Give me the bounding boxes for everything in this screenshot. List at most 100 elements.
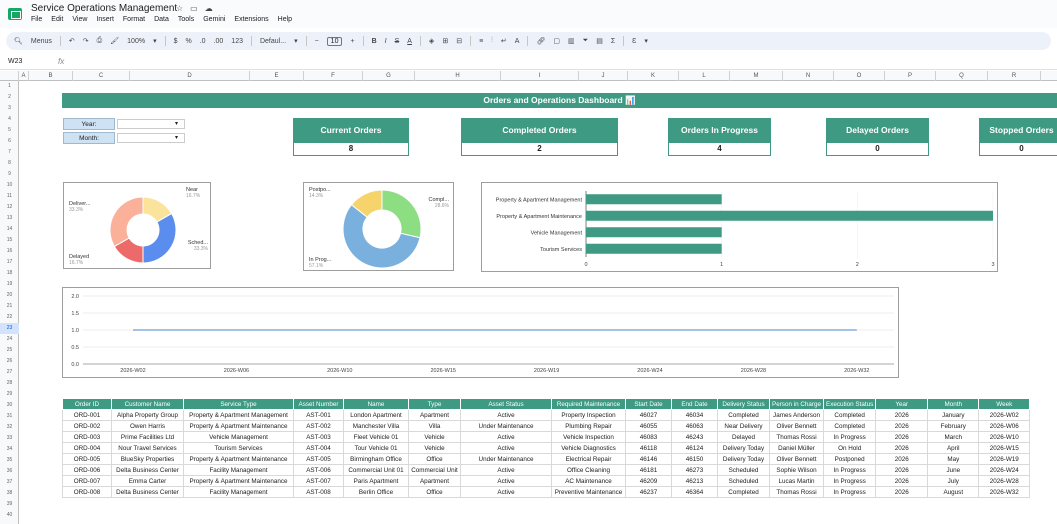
- number-format-button[interactable]: 123: [231, 38, 243, 45]
- menu-item[interactable]: View: [72, 16, 87, 23]
- table-cell[interactable]: Near Delivery: [717, 420, 770, 432]
- horizontal-align-icon[interactable]: ≡: [479, 38, 483, 45]
- document-title[interactable]: Service Operations Management: [31, 3, 177, 14]
- zoom-select[interactable]: 100%: [127, 38, 145, 45]
- year-filter-dropdown[interactable]: ▾: [117, 119, 185, 129]
- table-cell[interactable]: 46083: [625, 431, 672, 443]
- table-cell[interactable]: 46273: [671, 464, 718, 476]
- column-header-cell[interactable]: Q: [936, 71, 988, 81]
- table-cell[interactable]: January: [927, 409, 980, 421]
- table-cell[interactable]: May: [927, 453, 980, 465]
- table-cell[interactable]: Apartment: [408, 409, 461, 421]
- insert-link-icon[interactable]: 🔗︎: [536, 37, 545, 45]
- table-header-cell[interactable]: Required Maintenance: [551, 398, 626, 410]
- paint-format-icon[interactable]: 🖌︎: [110, 37, 119, 45]
- row-header-cell[interactable]: 22: [0, 312, 19, 323]
- table-cell[interactable]: Vehicle Inspection: [551, 431, 626, 443]
- table-cell[interactable]: 46213: [671, 475, 718, 487]
- insert-chart-icon[interactable]: ▥: [568, 37, 575, 45]
- table-cell[interactable]: ORD-002: [62, 420, 112, 432]
- table-cell[interactable]: In Progress: [823, 464, 877, 476]
- search-menus-icon[interactable]: 🔍︎: [14, 37, 23, 45]
- table-cell[interactable]: 46124: [671, 442, 718, 454]
- table-cell[interactable]: Delivery Today: [717, 453, 770, 465]
- table-cell[interactable]: 2026-W24: [978, 464, 1031, 476]
- table-cell[interactable]: Property & Apartment Maintenance: [183, 453, 294, 465]
- table-header-cell[interactable]: Delivery Status: [717, 398, 770, 410]
- table-cell[interactable]: Commercial Unit: [408, 464, 461, 476]
- table-cell[interactable]: Manchester Villa: [343, 420, 409, 432]
- row-header-cell[interactable]: 32: [0, 422, 19, 433]
- table-header-cell[interactable]: Asset Number: [293, 398, 344, 410]
- table-cell[interactable]: Sophie Wilson: [768, 464, 825, 476]
- table-cell[interactable]: AST-001: [293, 409, 344, 421]
- table-cell[interactable]: 2026-W02: [978, 409, 1031, 421]
- table-cell[interactable]: August: [927, 486, 980, 498]
- column-header-cell[interactable]: R: [988, 71, 1041, 81]
- column-header-cell[interactable]: J: [579, 71, 628, 81]
- row-header-cell[interactable]: 36: [0, 466, 19, 477]
- bar[interactable]: [586, 227, 722, 238]
- currency-button[interactable]: $: [174, 38, 178, 45]
- table-cell[interactable]: In Progress: [823, 431, 877, 443]
- column-header-cell[interactable]: P: [885, 71, 936, 81]
- menu-item[interactable]: Data: [154, 16, 169, 23]
- table-cell[interactable]: AST-006: [293, 464, 344, 476]
- table-cell[interactable]: 46055: [625, 420, 672, 432]
- input-tools-icon[interactable]: Ɛ: [632, 38, 636, 45]
- row-header-cell[interactable]: 9: [0, 169, 19, 180]
- menu-item[interactable]: Insert: [96, 16, 114, 23]
- table-cell[interactable]: 2026: [875, 453, 929, 465]
- text-color-icon[interactable]: A: [407, 38, 412, 45]
- table-cell[interactable]: 2026-W28: [978, 475, 1031, 487]
- row-header-cell[interactable]: 4: [0, 114, 19, 125]
- table-cell[interactable]: Delta Business Center: [111, 464, 184, 476]
- table-header-cell[interactable]: Week: [978, 398, 1031, 410]
- table-cell[interactable]: Thomas Rossi: [768, 486, 825, 498]
- bar[interactable]: [586, 210, 993, 221]
- table-cell[interactable]: Prime Facilities Ltd: [111, 431, 184, 443]
- weekly-orders-chart[interactable]: 0.0 0.5 1.0 1.5 2.0 2026-W02 2026-W06 2026-W10 2…: [62, 287, 899, 378]
- move-folder-icon[interactable]: ▭: [190, 4, 198, 13]
- table-cell[interactable]: Under Maintenance: [460, 453, 552, 465]
- donut-slice[interactable]: [142, 212, 177, 264]
- table-cell[interactable]: AST-005: [293, 453, 344, 465]
- donut-slice[interactable]: [381, 189, 422, 239]
- table-cell[interactable]: In Progress: [823, 486, 877, 498]
- table-cell[interactable]: 2026: [875, 464, 929, 476]
- table-cell[interactable]: Alpha Property Group: [111, 409, 184, 421]
- row-header-cell[interactable]: 37: [0, 477, 19, 488]
- table-cell[interactable]: June: [927, 464, 980, 476]
- table-header-cell[interactable]: Type: [408, 398, 461, 410]
- menu-item[interactable]: Tools: [178, 16, 194, 23]
- font-select[interactable]: Defaul...: [260, 38, 286, 45]
- row-header-cell[interactable]: 27: [0, 367, 19, 378]
- font-size-input[interactable]: 10: [326, 36, 343, 46]
- menu-item[interactable]: Extensions: [234, 16, 268, 23]
- table-cell[interactable]: Thomas Rossi: [768, 431, 825, 443]
- menu-item[interactable]: Format: [123, 16, 145, 23]
- sheets-logo-icon[interactable]: [8, 8, 22, 20]
- text-rotate-icon[interactable]: A: [515, 38, 520, 45]
- table-cell[interactable]: Active: [460, 409, 552, 421]
- strikethrough-icon[interactable]: S: [395, 38, 400, 45]
- table-cell[interactable]: Paris Apartment: [343, 475, 409, 487]
- table-cell[interactable]: Completed: [717, 486, 770, 498]
- chevron-down-icon[interactable]: ▾: [153, 37, 157, 45]
- italic-icon[interactable]: I: [385, 38, 387, 45]
- row-header-cell[interactable]: 30: [0, 400, 19, 411]
- table-cell[interactable]: Oliver Bennett: [768, 420, 825, 432]
- table-header-cell[interactable]: Month: [927, 398, 980, 410]
- table-cell[interactable]: Active: [460, 486, 552, 498]
- column-header-cell[interactable]: H: [415, 71, 501, 81]
- row-header-cell[interactable]: 15: [0, 235, 19, 246]
- functions-icon[interactable]: Σ: [611, 38, 615, 45]
- table-header-cell[interactable]: Service Type: [183, 398, 294, 410]
- table-cell[interactable]: Emma Carter: [111, 475, 184, 487]
- table-cell[interactable]: February: [927, 420, 980, 432]
- table-header-cell[interactable]: End Date: [671, 398, 718, 410]
- table-cell[interactable]: Tourism Services: [183, 442, 294, 454]
- table-cell[interactable]: AST-008: [293, 486, 344, 498]
- table-cell[interactable]: 46209: [625, 475, 672, 487]
- table-cell[interactable]: ORD-006: [62, 464, 112, 476]
